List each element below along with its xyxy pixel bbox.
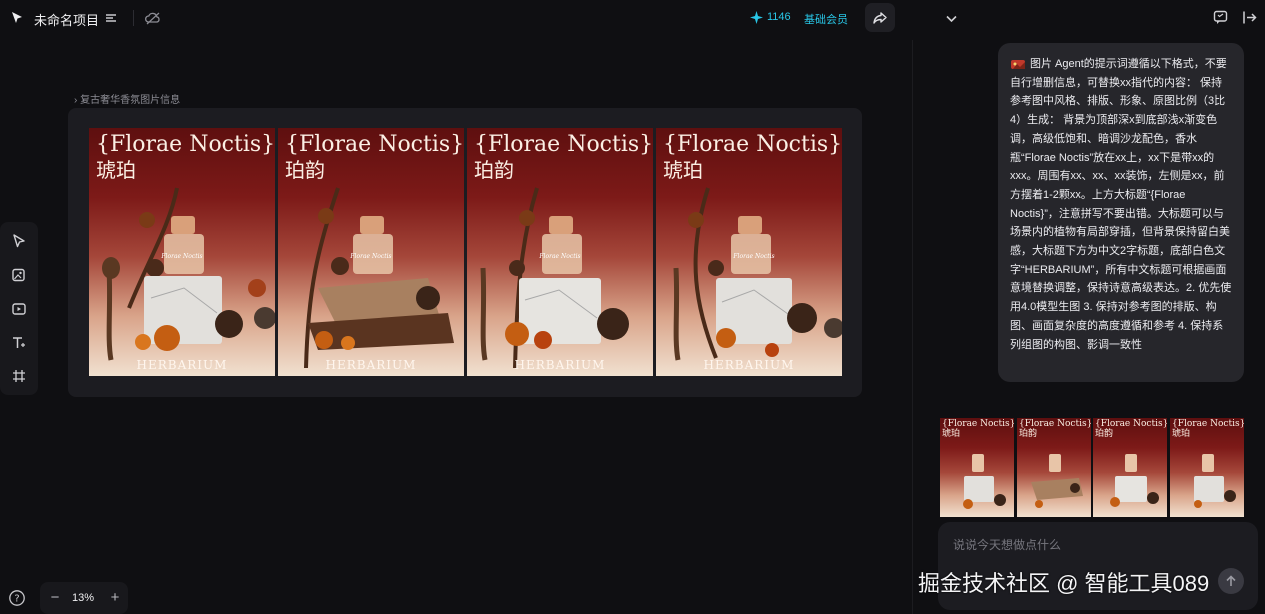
group-label-text: 复古奢华香氛图片信息 — [80, 95, 181, 106]
poster-title: {Florae Noctis} — [663, 132, 842, 157]
share-icon — [873, 11, 887, 24]
zoom-out-button[interactable]: − — [48, 589, 62, 607]
poster-bottom-text: HERBARIUM — [136, 358, 228, 372]
poster-subtitle: 琥珀 — [96, 158, 136, 182]
poster-title: {Florae Noctis} — [285, 132, 464, 157]
share-button[interactable] — [865, 3, 895, 32]
chevron-down-icon[interactable] — [944, 11, 959, 26]
message-text: 图片 Agent的提示词遵循以下格式，不要自行增删信息，可替换xx指代的内容： … — [1010, 58, 1232, 351]
thumbnail-subtitle: 琥珀 — [942, 429, 961, 439]
app-logo-icon[interactable] — [10, 11, 24, 25]
group-label[interactable]: › 复古奢华香氛图片信息 — [74, 91, 180, 106]
poster-subtitle: 珀韵 — [285, 158, 325, 182]
poster-subtitle: 琥珀 — [663, 158, 703, 182]
result-thumbnail-4[interactable]: {Florae Noctis} 琥珀 — [1170, 418, 1244, 517]
select-tool-icon[interactable] — [11, 233, 27, 249]
zoom-level[interactable]: 13% — [72, 592, 94, 604]
poster-2[interactable]: Florae Noctis {Florae Noctis} 珀韵 HERBARI… — [278, 128, 464, 376]
app-window: 未命名项目 1146 基础会员 › 复古奢华香氛图片信息 Florae Noct… — [0, 0, 1265, 614]
image-agent-icon — [1011, 57, 1025, 69]
poster-4[interactable]: Florae Noctis {Florae Noctis} 琥珀 HERBARI… — [656, 128, 842, 376]
canvas-toolbar — [0, 222, 38, 395]
cloud-sync-icon[interactable] — [144, 10, 162, 26]
poster-bottom-text: HERBARIUM — [703, 358, 795, 372]
thumbnail-title: {Florae Noctis} — [1095, 419, 1167, 429]
bottle-label: Florae Noctis — [732, 253, 774, 260]
thumbnail-subtitle: 琥珀 — [1172, 429, 1191, 439]
thumbnail-title: {Florae Noctis} — [1019, 419, 1091, 429]
poster-bottom-text: HERBARIUM — [514, 358, 606, 372]
bottle-label: Florae Noctis — [538, 253, 580, 260]
zoom-in-button[interactable]: + — [108, 589, 122, 607]
project-title[interactable]: 未命名项目 — [34, 10, 99, 29]
help-icon[interactable]: ? — [8, 589, 26, 607]
poster-subtitle: 珀韵 — [474, 158, 514, 182]
poster-title: {Florae Noctis} — [474, 132, 653, 157]
exit-panel-icon[interactable] — [1242, 10, 1257, 25]
thumbnail-title: {Florae Noctis} — [1172, 419, 1244, 429]
membership-link[interactable]: 基础会员 — [804, 11, 848, 27]
poster-1[interactable]: Florae Noctis {Florae Noctis} 琥珀 HERBARI… — [89, 128, 275, 376]
result-thumbnail-1[interactable]: {Florae Noctis} 琥珀 — [940, 418, 1014, 517]
poster-bottom-text: HERBARIUM — [325, 358, 417, 372]
send-icon — [1226, 575, 1236, 586]
video-generate-tool-icon[interactable] — [11, 301, 27, 317]
thumbnail-subtitle: 珀韵 — [1019, 429, 1038, 439]
panel-divider — [912, 40, 913, 614]
svg-text:?: ? — [14, 594, 19, 605]
chat-input[interactable] — [953, 535, 1243, 555]
result-thumbnail-2[interactable]: {Florae Noctis} 珀韵 — [1017, 418, 1091, 517]
bottle-label: Florae Noctis — [160, 253, 202, 260]
poster-title: {Florae Noctis} — [96, 132, 275, 157]
comment-icon[interactable] — [1213, 10, 1228, 25]
bottle-label: Florae Noctis — [349, 253, 391, 260]
thumbnail-subtitle: 珀韵 — [1095, 429, 1114, 439]
user-message-bubble: 图片 Agent的提示词遵循以下格式，不要自行增删信息，可替换xx指代的内容： … — [998, 43, 1244, 382]
frame-tool-icon[interactable] — [11, 368, 27, 384]
image-generate-tool-icon[interactable] — [11, 267, 27, 283]
credits-count: 1146 — [767, 11, 791, 23]
text-tool-icon[interactable] — [11, 335, 27, 351]
menu-icon[interactable] — [104, 11, 118, 25]
result-thumbnail-3[interactable]: {Florae Noctis} 珀韵 — [1093, 418, 1167, 517]
watermark: 掘金技术社区 @ 智能工具089 — [918, 571, 1210, 596]
sparkle-credits-icon — [750, 11, 763, 24]
send-button[interactable] — [1218, 568, 1244, 594]
thumbnail-title: {Florae Noctis} — [942, 419, 1014, 429]
toolbar-divider — [133, 10, 134, 26]
poster-3[interactable]: Florae Noctis {Florae Noctis} 珀韵 HERBARI… — [467, 128, 653, 376]
